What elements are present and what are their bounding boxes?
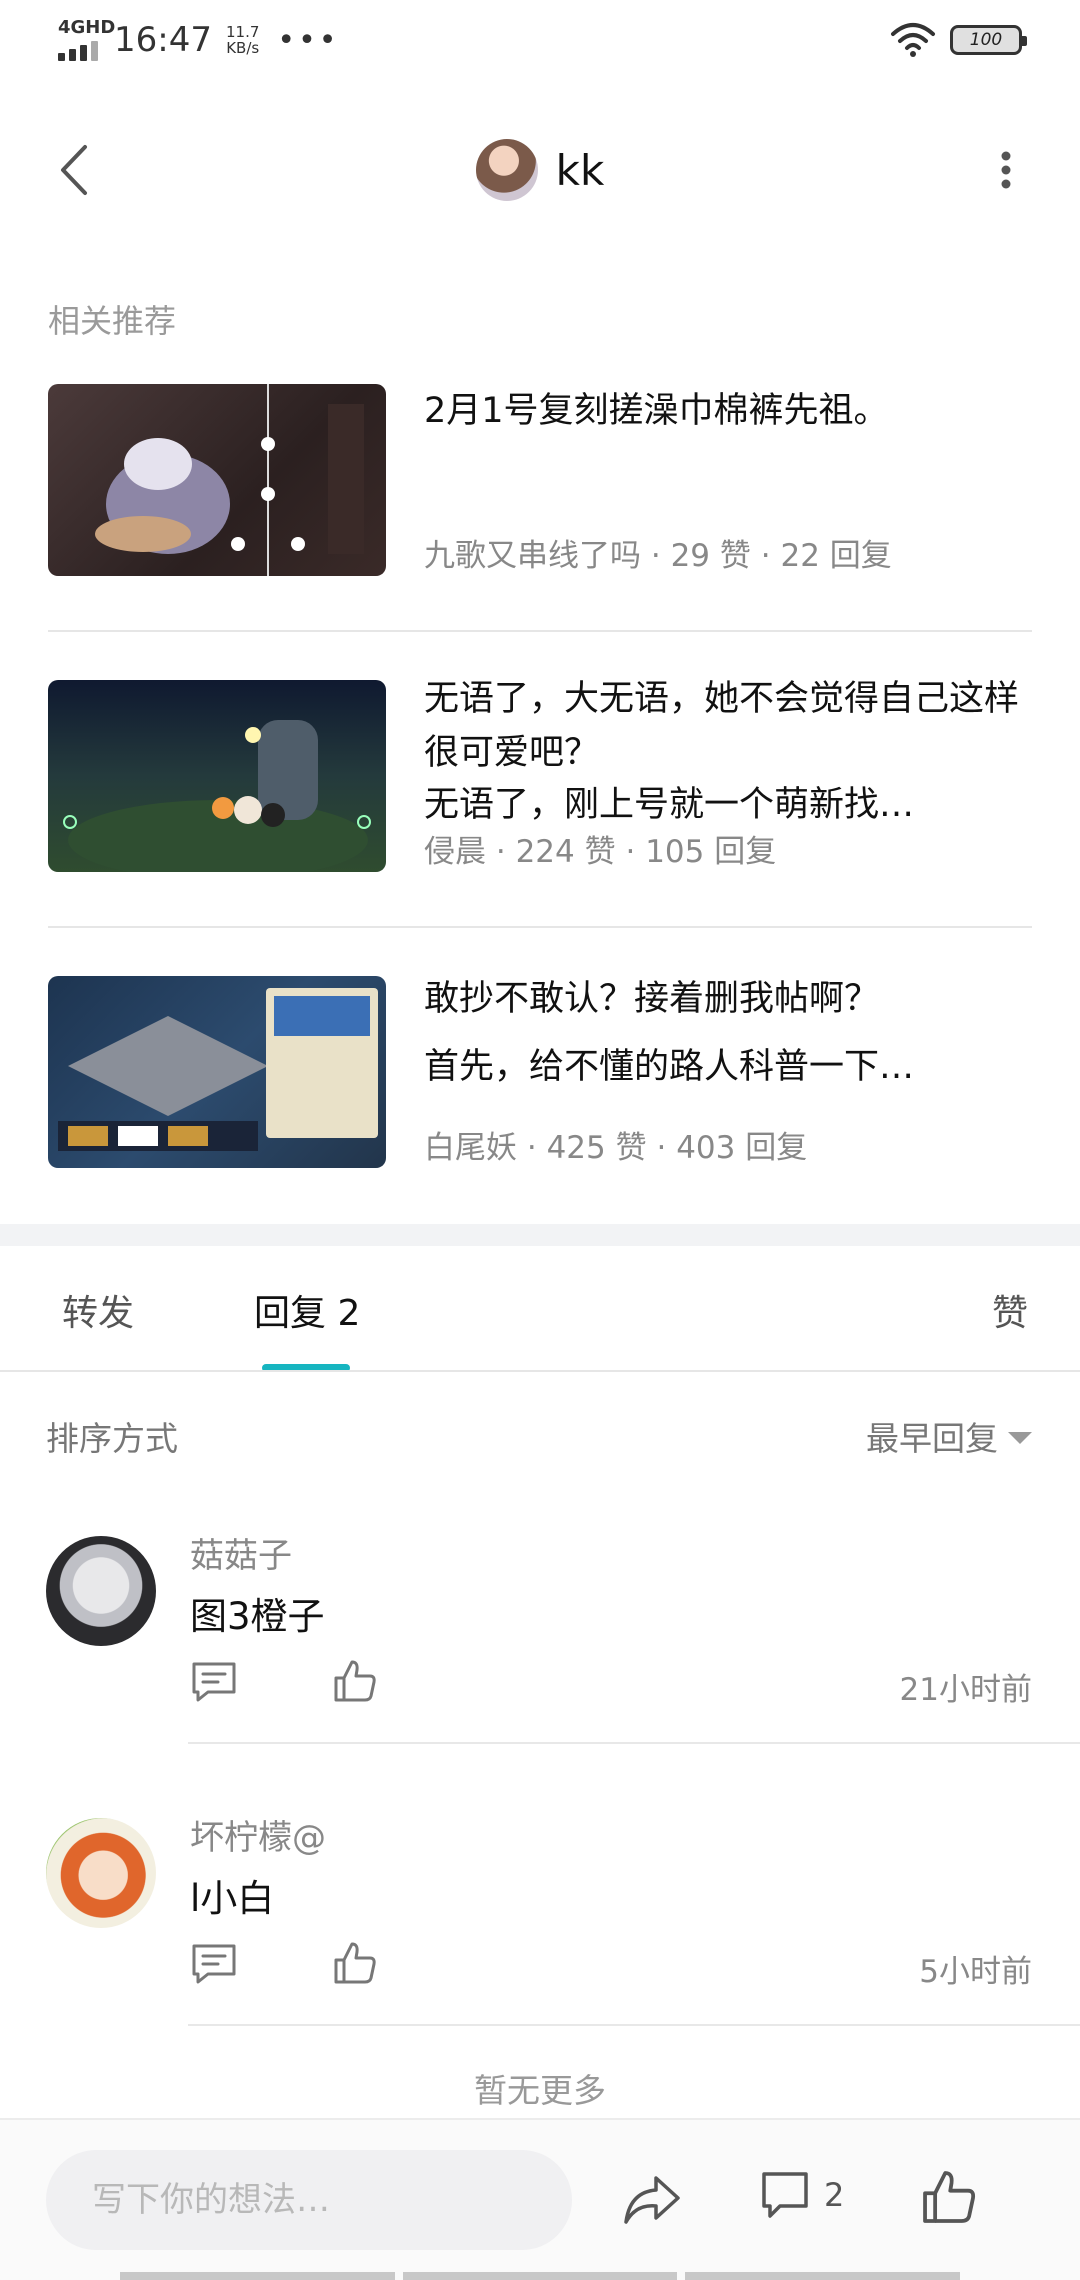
more-notifications-icon: •••	[277, 22, 340, 58]
signal-icon	[58, 41, 104, 61]
related-item[interactable]: 敢抄不敢认？接着删我帖啊？ 首先，给不懂的路人科普一下… 白尾妖 · 425 赞…	[48, 976, 1032, 1172]
more-vertical-icon	[1001, 151, 1011, 189]
network-speed-value: 11.7	[225, 23, 260, 41]
divider	[188, 1742, 1080, 1744]
related-item-meta: 白尾妖 · 425 赞 · 403 回复	[424, 1122, 807, 1167]
divider	[48, 926, 1032, 928]
reply-icon[interactable]	[190, 1942, 238, 1986]
avatar[interactable]	[46, 1818, 156, 1928]
comment-time: 21小时前	[899, 1672, 1032, 1708]
clock: 16:47	[114, 20, 212, 60]
related-item-author: 侵晨	[424, 834, 486, 870]
network-indicator: 4GHD	[58, 17, 116, 61]
thumbs-up-icon[interactable]	[332, 1940, 378, 1986]
network-type: 4GHD	[58, 17, 116, 38]
header-user[interactable]: kk	[475, 139, 605, 201]
wifi-icon	[891, 23, 935, 57]
sort-value: 最早回复	[866, 1419, 998, 1458]
related-item-author: 白尾妖	[424, 1130, 517, 1166]
meta-separator: ·	[760, 538, 771, 574]
tab-like[interactable]: 赞	[992, 1284, 1028, 1336]
sort-dropdown[interactable]: 最早回复	[866, 1412, 1032, 1460]
tab-bar: 转发 回复 2 赞	[0, 1246, 1080, 1372]
comment-text: 图3橙子	[190, 1595, 325, 1638]
avatar[interactable]	[475, 139, 538, 201]
divider	[0, 1370, 1080, 1372]
reply-icon[interactable]	[190, 1660, 238, 1704]
meta-separator: ·	[656, 1130, 667, 1166]
header-username: kk	[555, 145, 605, 195]
related-item-meta: 九歌又串线了吗 · 29 赞 · 22 回复	[424, 530, 892, 575]
comment-count: 2	[824, 2176, 845, 2214]
comment-text: l小白	[190, 1877, 275, 1920]
thumbnail-illustration	[63, 720, 371, 872]
comment-icon	[762, 2172, 808, 2218]
meta-separator: ·	[650, 538, 661, 574]
tab-forward[interactable]: 转发	[62, 1284, 134, 1336]
related-item-likes: 425 赞	[546, 1130, 647, 1166]
related-item-replies: 22 回复	[780, 538, 892, 574]
related-item-replies: 403 回复	[676, 1130, 808, 1166]
related-thumbnail[interactable]	[48, 680, 386, 872]
related-item[interactable]: 无语了，大无语，她不会觉得自己这样很可爱吧？ 无语了，刚上号就一个萌新找… 侵晨…	[48, 679, 1032, 876]
header: kk	[0, 120, 1080, 220]
related-section-title: 相关推荐	[48, 302, 177, 340]
no-more-text: 暂无更多	[474, 2071, 606, 2110]
divider	[48, 630, 1032, 632]
related-item-preview: 首先，给不懂的路人科普一下…	[424, 1047, 915, 1087]
related-item-likes: 29 赞	[670, 538, 751, 574]
thumbnail-illustration	[58, 988, 378, 1151]
thumbs-up-icon[interactable]	[920, 2168, 978, 2226]
network-speed: 11.7 KB/s	[226, 24, 259, 56]
more-options-button[interactable]	[976, 140, 1036, 200]
chevron-left-icon	[61, 145, 87, 195]
meta-separator: ·	[495, 834, 506, 870]
battery-level: 100	[969, 30, 1003, 50]
sort-label: 排序方式	[46, 1419, 178, 1458]
related-item-title: 敢抄不敢认？接着删我帖啊？	[424, 979, 880, 1019]
related-item-replies: 105 回复	[645, 834, 777, 870]
comment-author[interactable]: 坏柠檬@	[190, 1810, 326, 1859]
battery-icon: 100	[950, 25, 1027, 55]
related-item-likes: 224 赞	[515, 834, 616, 870]
section-separator	[0, 1224, 1080, 1246]
comment-input[interactable]	[46, 2150, 572, 2250]
back-button[interactable]	[44, 140, 104, 200]
related-thumbnail[interactable]	[48, 976, 386, 1168]
network-speed-unit: KB/s	[226, 39, 260, 57]
bottom-bar: 2	[0, 2118, 1080, 2280]
thumbnail-illustration	[95, 384, 364, 576]
related-thumbnail[interactable]	[48, 384, 386, 576]
related-item-author: 九歌又串线了吗	[424, 538, 641, 574]
thumbs-up-icon[interactable]	[332, 1658, 378, 1704]
home-indicator	[120, 2272, 961, 2280]
share-icon[interactable]	[622, 2172, 682, 2228]
related-item[interactable]: 2月1号复刻搓澡巾棉裤先祖。 九歌又串线了吗 · 29 赞 · 22 回复	[48, 384, 1032, 580]
related-item-meta: 侵晨 · 224 赞 · 105 回复	[424, 826, 776, 871]
tab-reply[interactable]: 回复 2	[254, 1284, 360, 1336]
divider	[188, 2024, 1080, 2026]
meta-separator: ·	[526, 1130, 537, 1166]
comment-time: 5小时前	[919, 1954, 1032, 1990]
comment-button[interactable]: 2	[760, 2170, 844, 2220]
comment-author[interactable]: 菇菇子	[190, 1528, 292, 1577]
caret-down-icon	[1008, 1432, 1032, 1444]
related-item-preview: 无语了，刚上号就一个萌新找…	[424, 785, 915, 825]
status-bar: 4GHD 16:47 11.7 KB/s ••• 100	[0, 0, 1080, 80]
avatar[interactable]	[46, 1536, 156, 1646]
related-item-title: 无语了，大无语，她不会觉得自己这样很可爱吧？	[424, 679, 1020, 773]
meta-separator: ·	[625, 834, 636, 870]
related-item-title: 2月1号复刻搓澡巾棉裤先祖。	[424, 391, 889, 431]
